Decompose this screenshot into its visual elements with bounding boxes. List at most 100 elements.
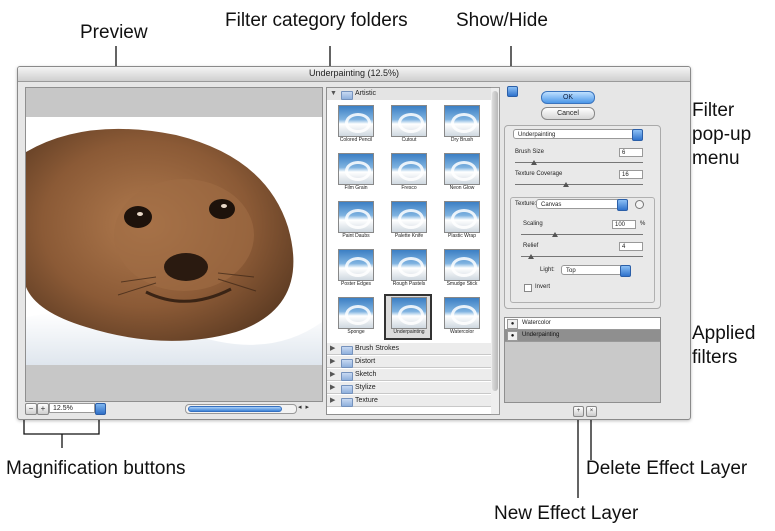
disclosure-triangle-closed-icon[interactable]: ▶	[330, 369, 335, 381]
folder-icon	[341, 372, 353, 381]
filter-thumbnail[interactable]: Watercolor	[437, 294, 487, 342]
filter-thumbnail-image	[444, 201, 480, 233]
filter-thumbnail-label: Paint Daubs	[342, 233, 370, 239]
filter-thumbnail[interactable]: Plastic Wrap	[437, 198, 487, 246]
delete-effect-layer-button[interactable]: ×	[586, 406, 597, 417]
texture-coverage-field[interactable]: 16	[619, 170, 643, 179]
category-folder[interactable]: ▶ Texture	[327, 395, 492, 407]
category-label: Distort	[355, 358, 376, 365]
filter-thumbnail[interactable]: Colored Pencil	[331, 102, 381, 150]
filter-thumbnail-label: Smudge Stick	[446, 281, 478, 287]
dialog-titlebar[interactable]: Underpainting (12.5%)	[18, 67, 690, 82]
filter-thumbnail[interactable]: Fresco	[384, 150, 434, 198]
filter-thumbnail-label: Poster Edges	[340, 281, 372, 287]
category-folder[interactable]: ▶ Sketch	[327, 369, 492, 381]
filter-thumbnail-label: Neon Glow	[449, 185, 475, 191]
light-popup-menu[interactable]: Top	[561, 265, 631, 277]
texture-menu-arrow-icon[interactable]	[635, 200, 644, 209]
scaling-unit: %	[640, 221, 646, 227]
texture-coverage-slider[interactable]	[515, 184, 643, 185]
relief-field[interactable]: 4	[619, 242, 643, 251]
disclosure-triangle-closed-icon[interactable]: ▶	[330, 395, 335, 407]
filter-thumbnail[interactable]: Neon Glow	[437, 150, 487, 198]
gallery-scroll-thumb[interactable]	[492, 91, 498, 391]
disclosure-triangle-closed-icon[interactable]: ▶	[330, 343, 335, 355]
scaling-slider-knob[interactable]	[552, 232, 559, 237]
horizontal-scrollbar[interactable]	[185, 404, 297, 414]
applied-filters-list: ● Watercolor ● Underpainting	[504, 317, 661, 403]
filter-thumbnail[interactable]: Rough Pastels	[384, 246, 434, 294]
disclosure-triangle-open-icon[interactable]: ▼	[330, 88, 337, 100]
invert-label: Invert	[535, 284, 551, 290]
popup-arrows-icon	[617, 199, 628, 211]
light-popup-value: Top	[566, 268, 576, 274]
scaling-slider[interactable]	[521, 234, 643, 235]
applied-filters-callout: Applied filters	[692, 323, 756, 368]
filter-thumbnail-image	[338, 153, 374, 185]
filter-popup-menu[interactable]: Underpainting	[513, 129, 643, 141]
filter-thumbnail-label: Rough Pastels	[392, 281, 426, 287]
eye-visibility-icon[interactable]: ●	[507, 331, 518, 341]
category-folder[interactable]: ▶ Distort	[327, 356, 492, 368]
filter-thumbnail[interactable]: Poster Edges	[331, 246, 381, 294]
filter-thumbnail-image	[391, 297, 427, 329]
filter-thumbnail[interactable]: Smudge Stick	[437, 246, 487, 294]
effect-layer-underpainting[interactable]: ● Underpainting	[505, 330, 660, 342]
new-effect-layer-button[interactable]: +	[573, 406, 584, 417]
filter-thumbnail[interactable]: Paint Daubs	[331, 198, 381, 246]
filter-thumbnail-image	[444, 297, 480, 329]
filter-thumbnail[interactable]: Sponge	[331, 294, 381, 342]
texture-popup-menu[interactable]: Canvas	[536, 199, 628, 211]
brush-size-field[interactable]: 6	[619, 148, 643, 157]
filter-category-folders-callout: Filter category folders	[225, 10, 408, 31]
effect-layer-watercolor[interactable]: ● Watercolor	[505, 318, 660, 330]
ok-button[interactable]: OK	[541, 91, 595, 104]
filter-thumbnail[interactable]: Dry Brush	[437, 102, 487, 150]
category-folder[interactable]: ▶ Brush Strokes	[327, 343, 492, 355]
dialog-title: Underpainting (12.5%)	[308, 68, 400, 78]
category-folder-artistic[interactable]: ▼ Artistic	[327, 88, 492, 100]
filter-thumbnail[interactable]: Underpainting	[384, 294, 434, 342]
cancel-button[interactable]: Cancel	[541, 107, 595, 120]
relief-slider[interactable]	[521, 256, 643, 257]
filter-thumbnail-label: Film Grain	[344, 185, 368, 191]
filter-thumbnail-label: Sponge	[347, 329, 365, 335]
show-hide-button[interactable]	[507, 86, 518, 97]
scaling-label: Scaling	[523, 221, 543, 227]
eye-visibility-icon[interactable]: ●	[507, 319, 518, 329]
zoom-in-button[interactable]: +	[37, 403, 49, 415]
zoom-level-field[interactable]: 12.5%	[49, 403, 95, 413]
horizontal-scroll-thumb[interactable]	[188, 406, 282, 412]
category-folder[interactable]: ▶ Stylize	[327, 382, 492, 394]
filter-thumbnail-image	[391, 105, 427, 137]
gallery-vertical-scrollbar[interactable]	[491, 87, 500, 415]
filter-thumbnail-label: Fresco	[401, 185, 417, 191]
new-effect-layer-callout: New Effect Layer	[494, 503, 639, 524]
filter-thumbnail-image	[338, 249, 374, 281]
brush-size-slider-knob[interactable]	[531, 160, 538, 165]
filter-thumbnail[interactable]: Palette Knife	[384, 198, 434, 246]
filter-thumbnail-image	[444, 249, 480, 281]
texture-coverage-slider-knob[interactable]	[563, 182, 570, 187]
filter-thumbnail[interactable]: Cutout	[384, 102, 434, 150]
filter-thumbnail-label: Palette Knife	[394, 233, 424, 239]
invert-checkbox[interactable]	[524, 284, 532, 292]
filter-thumbnail[interactable]: Film Grain	[331, 150, 381, 198]
zoom-out-button[interactable]: −	[25, 403, 37, 415]
relief-slider-knob[interactable]	[527, 254, 534, 259]
folder-icon	[341, 91, 353, 100]
disclosure-triangle-closed-icon[interactable]: ▶	[330, 356, 335, 368]
popup-arrows-icon	[632, 129, 643, 141]
category-label: Stylize	[355, 384, 376, 391]
preview-image	[26, 117, 322, 365]
zoom-popup-arrows[interactable]	[95, 403, 106, 415]
disclosure-triangle-closed-icon[interactable]: ▶	[330, 382, 335, 394]
preview-pane[interactable]	[25, 87, 323, 402]
filter-thumbnail-label: Watercolor	[450, 329, 474, 335]
category-label: Sketch	[355, 371, 377, 378]
scaling-field[interactable]: 100	[612, 220, 636, 229]
scroll-arrow-buttons[interactable]: ◂ ▸	[298, 403, 310, 411]
filter-thumbnail-label: Plastic Wrap	[448, 233, 476, 239]
category-label: Texture	[355, 397, 378, 404]
filter-thumbnail-label: Colored Pencil	[339, 137, 373, 143]
